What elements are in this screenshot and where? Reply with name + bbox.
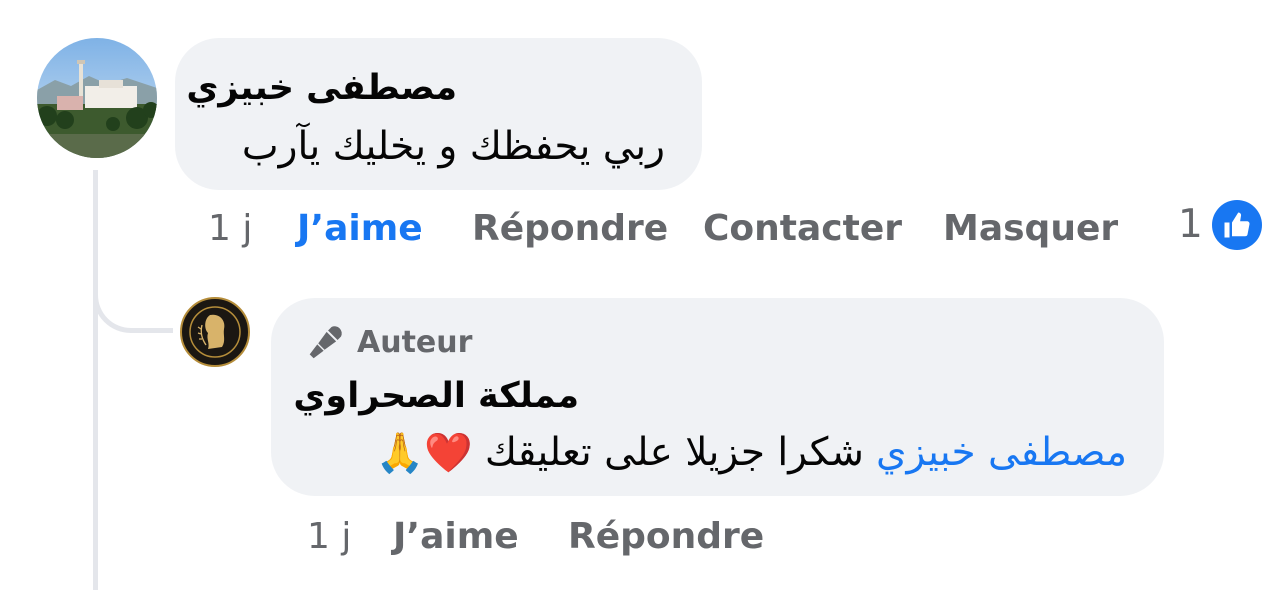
microphone-icon (309, 326, 342, 359)
like-reaction-badge[interactable] (1212, 200, 1262, 250)
like-count[interactable]: 1 (1178, 202, 1203, 247)
brand-logo (184, 301, 246, 363)
comment-text: ربي يحفظك و يخليك يآرب (241, 124, 665, 169)
comment-like-button[interactable]: J’aime (297, 208, 423, 249)
reply-bubble: Auteur مملكة الصحراوي مصطفى خبيزي شكرا ج… (271, 298, 1164, 496)
reply-timestamp[interactable]: 1 j (307, 516, 351, 557)
avatar[interactable] (37, 38, 157, 158)
comment-hide-button[interactable]: Masquer (943, 208, 1118, 249)
reply-author-name[interactable]: مملكة الصحراوي (293, 376, 579, 416)
reply-mention[interactable]: مصطفى خبيزي (876, 430, 1127, 476)
reply-message: شكرا جزيلا على تعليقك (484, 430, 864, 475)
avatar-photo (37, 38, 157, 158)
reply-emojis: ❤️🙏 (375, 431, 473, 476)
thread-connector (93, 255, 173, 333)
comment-author-name[interactable]: مصطفى خبيزي (186, 68, 457, 108)
reply-avatar[interactable] (180, 297, 250, 367)
comment-bubble: مصطفى خبيزي ربي يحفظك و يخليك يآرب (175, 38, 702, 190)
thumbs-up-icon (1224, 212, 1250, 238)
comment-reply-button[interactable]: Répondre (472, 208, 668, 249)
reply-text: مصطفى خبيزي شكرا جزيلا على تعليقك ❤️🙏 (376, 430, 1127, 476)
author-badge-label: Auteur (357, 324, 473, 360)
thread-line (93, 170, 98, 590)
author-badge: Auteur (307, 322, 472, 362)
reply-like-button[interactable]: J’aime (393, 516, 519, 557)
comment-contact-button[interactable]: Contacter (703, 208, 902, 249)
reply-reply-button[interactable]: Répondre (568, 516, 764, 557)
comment-timestamp[interactable]: 1 j (208, 208, 252, 249)
